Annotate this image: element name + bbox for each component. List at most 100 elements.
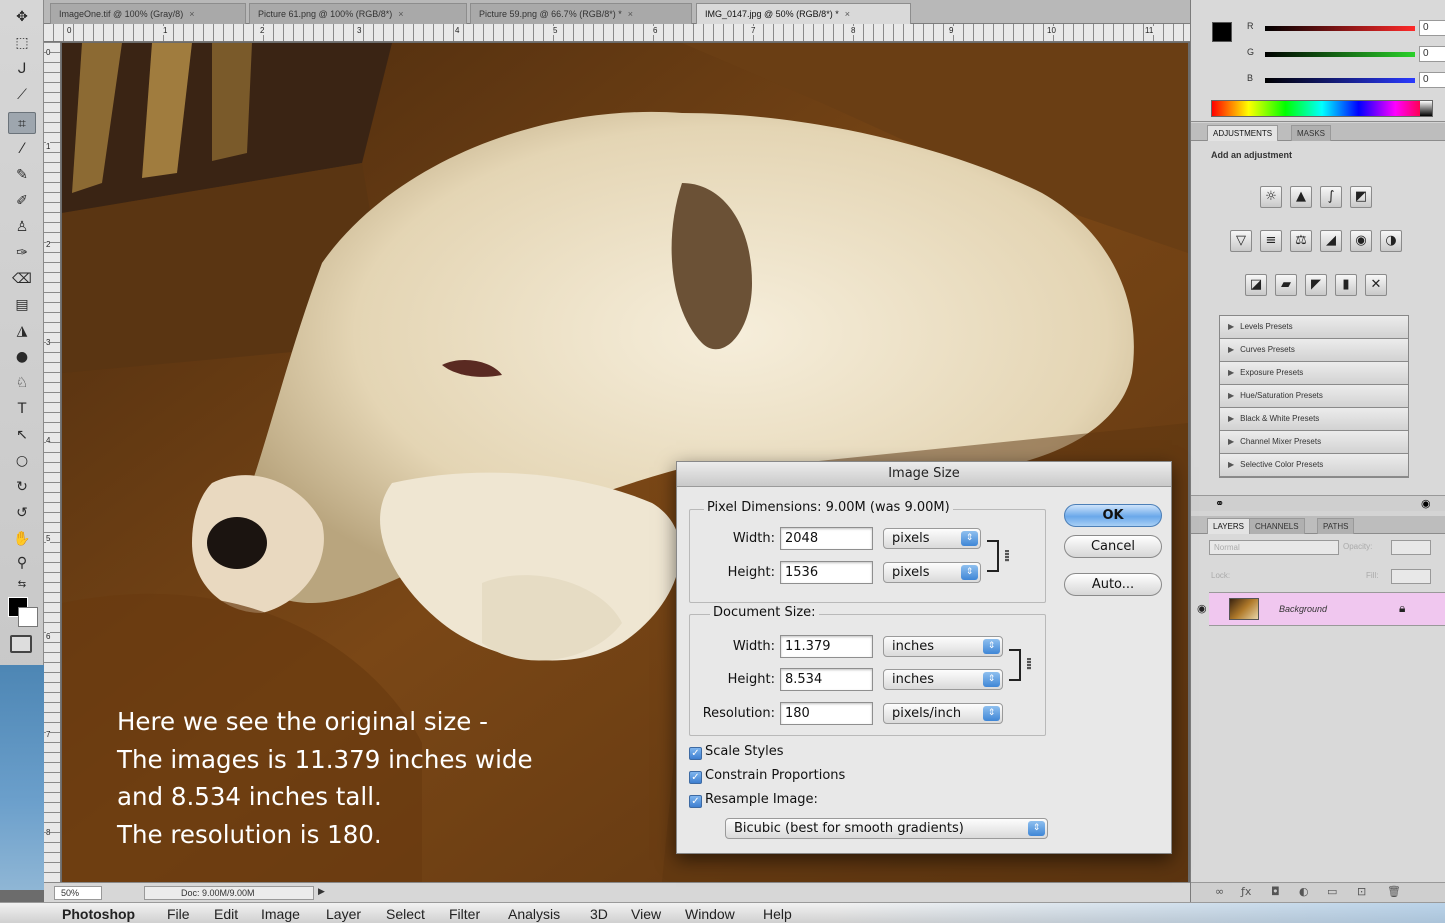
- threshold-icon[interactable]: ◤: [1305, 274, 1327, 296]
- trash-icon[interactable]: 🗑︎: [1387, 885, 1401, 898]
- preset-selective-color[interactable]: ▶ Selective Color Presets: [1220, 454, 1408, 477]
- doc-width-unit-select[interactable]: inches ⇕: [883, 636, 1003, 657]
- foreground-color-swatch[interactable]: [1212, 22, 1232, 42]
- levels-icon[interactable]: ▲: [1290, 186, 1312, 208]
- type-tool-icon[interactable]: T: [8, 398, 36, 420]
- close-icon[interactable]: ×: [189, 9, 194, 19]
- dialog-title[interactable]: Image Size: [677, 462, 1171, 487]
- tab-imageone[interactable]: ImageOne.tif @ 100% (Gray/8) ×: [50, 3, 246, 24]
- close-icon[interactable]: ×: [628, 9, 633, 19]
- layer-name[interactable]: Background: [1279, 604, 1327, 614]
- vertical-ruler[interactable]: 0 1 2 3 4 5 6 7 8: [44, 42, 61, 882]
- dodge-tool-icon[interactable]: ●: [8, 346, 36, 368]
- new-layer-icon[interactable]: ⊡: [1357, 885, 1366, 898]
- selective-color-icon[interactable]: ✕: [1365, 274, 1387, 296]
- cancel-button[interactable]: Cancel: [1064, 535, 1162, 558]
- exposure-icon[interactable]: ◩: [1350, 186, 1372, 208]
- tab-paths[interactable]: PATHS: [1317, 518, 1355, 534]
- marquee-tool-icon[interactable]: ⬚: [8, 32, 36, 54]
- pen-tool-icon[interactable]: ♘: [8, 372, 36, 394]
- doc-height-field[interactable]: 8.534: [780, 668, 873, 691]
- layer-mask-icon[interactable]: ◘: [1271, 885, 1280, 898]
- resample-image-checkbox[interactable]: ✓ Resample Image:: [689, 792, 818, 808]
- layer-style-icon[interactable]: ƒx: [1241, 885, 1251, 898]
- pixel-width-field[interactable]: 2048: [780, 527, 873, 550]
- adjustment-layer-icon[interactable]: ◐: [1299, 885, 1309, 898]
- menu-edit[interactable]: Edit: [214, 906, 238, 922]
- gradient-tool-icon[interactable]: ▤: [8, 294, 36, 316]
- gradient-map-icon[interactable]: ▮: [1335, 274, 1357, 296]
- slider-track[interactable]: [1265, 52, 1415, 57]
- menu-view[interactable]: View: [631, 906, 661, 922]
- blue-slider[interactable]: B 0: [1239, 72, 1445, 92]
- history-brush-tool-icon[interactable]: ✑: [8, 242, 36, 264]
- zoom-level-field[interactable]: 50%: [54, 886, 102, 900]
- move-tool-icon[interactable]: ✥: [8, 6, 36, 28]
- disclosure-triangle-icon[interactable]: ▶: [1228, 437, 1234, 446]
- resolution-unit-select[interactable]: pixels/inch ⇕: [883, 703, 1003, 724]
- checkmark-icon[interactable]: ✓: [689, 771, 702, 784]
- tab-picture-59[interactable]: Picture 59.png @ 66.7% (RGB/8*) * ×: [470, 3, 692, 24]
- close-icon[interactable]: ×: [398, 9, 403, 19]
- menu-image[interactable]: Image: [261, 906, 300, 922]
- clip-icon[interactable]: ⚭: [1215, 497, 1224, 510]
- invert-icon[interactable]: ◪: [1245, 274, 1267, 296]
- tab-layers[interactable]: LAYERS: [1207, 518, 1250, 534]
- blend-mode-select[interactable]: Normal: [1209, 540, 1339, 555]
- ok-button[interactable]: OK: [1064, 504, 1162, 527]
- menu-window[interactable]: Window: [685, 906, 735, 922]
- healing-brush-tool-icon[interactable]: ✎: [8, 164, 36, 186]
- posterize-icon[interactable]: ▰: [1275, 274, 1297, 296]
- disclosure-triangle-icon[interactable]: ▶: [1228, 414, 1234, 423]
- preset-channel-mixer[interactable]: ▶ Channel Mixer Presets: [1220, 431, 1408, 454]
- crop-tool-icon[interactable]: ⌗: [8, 112, 36, 134]
- color-spectrum-ramp[interactable]: [1211, 100, 1433, 117]
- black-white-icon[interactable]: ◢: [1320, 230, 1342, 252]
- new-group-icon[interactable]: ▭: [1327, 885, 1337, 898]
- brush-tool-icon[interactable]: ✐: [8, 190, 36, 212]
- checkmark-icon[interactable]: ✓: [689, 747, 702, 760]
- red-value-field[interactable]: 0: [1419, 20, 1445, 36]
- menu-filter[interactable]: Filter: [449, 906, 480, 922]
- slider-track[interactable]: [1265, 26, 1415, 31]
- shape-tool-icon[interactable]: ○: [8, 450, 36, 472]
- tab-picture-61[interactable]: Picture 61.png @ 100% (RGB/8*) ×: [249, 3, 467, 24]
- pixel-height-unit-select[interactable]: pixels ⇕: [883, 562, 981, 583]
- menu-3d[interactable]: 3D: [590, 906, 608, 922]
- document-info[interactable]: Doc: 9.00M/9.00M: [144, 886, 314, 900]
- resolution-field[interactable]: 180: [780, 702, 873, 725]
- tab-masks[interactable]: MASKS: [1291, 125, 1332, 141]
- pixel-width-unit-select[interactable]: pixels ⇕: [883, 528, 981, 549]
- scale-styles-checkbox[interactable]: ✓ Scale Styles: [689, 744, 784, 760]
- menu-analysis[interactable]: Analysis: [508, 906, 560, 922]
- magic-wand-tool-icon[interactable]: ⟋: [8, 84, 36, 106]
- slider-track[interactable]: [1265, 78, 1415, 83]
- hue-saturation-icon[interactable]: ≡: [1260, 230, 1282, 252]
- disclosure-triangle-icon[interactable]: ▶: [1228, 391, 1234, 400]
- quick-mask-button[interactable]: [10, 635, 32, 653]
- tab-channels[interactable]: CHANNELS: [1249, 518, 1305, 534]
- menu-select[interactable]: Select: [386, 906, 425, 922]
- background-color-swatch[interactable]: [18, 607, 38, 627]
- hand-tool-icon[interactable]: ✋: [8, 528, 36, 550]
- path-selection-tool-icon[interactable]: ↖: [8, 424, 36, 446]
- horizontal-ruler[interactable]: 0 1 2 3 4 5 6 7 8 9 10 11: [44, 24, 1190, 42]
- blur-tool-icon[interactable]: ◮: [8, 320, 36, 342]
- link-layers-icon[interactable]: ∞: [1215, 885, 1224, 898]
- close-icon[interactable]: ×: [845, 9, 850, 19]
- doc-height-unit-select[interactable]: inches ⇕: [883, 669, 1003, 690]
- disclosure-triangle-icon[interactable]: ▶: [1228, 460, 1234, 469]
- eye-icon[interactable]: ◉: [1197, 602, 1207, 615]
- preset-curves[interactable]: ▶ Curves Presets: [1220, 339, 1408, 362]
- clone-stamp-tool-icon[interactable]: ♙: [8, 216, 36, 238]
- menu-layer[interactable]: Layer: [326, 906, 361, 922]
- menu-file[interactable]: File: [167, 906, 190, 922]
- brightness-contrast-icon[interactable]: ☼: [1260, 186, 1282, 208]
- menu-photoshop[interactable]: Photoshop: [62, 906, 135, 922]
- doc-width-field[interactable]: 11.379: [780, 635, 873, 658]
- lasso-tool-icon[interactable]: ᒍ: [8, 58, 36, 80]
- 3d-rotate-tool-icon[interactable]: ↻: [8, 476, 36, 498]
- red-slider[interactable]: R 0: [1239, 20, 1445, 40]
- green-value-field[interactable]: 0: [1419, 46, 1445, 62]
- zoom-tool-icon[interactable]: ⚲: [8, 552, 36, 574]
